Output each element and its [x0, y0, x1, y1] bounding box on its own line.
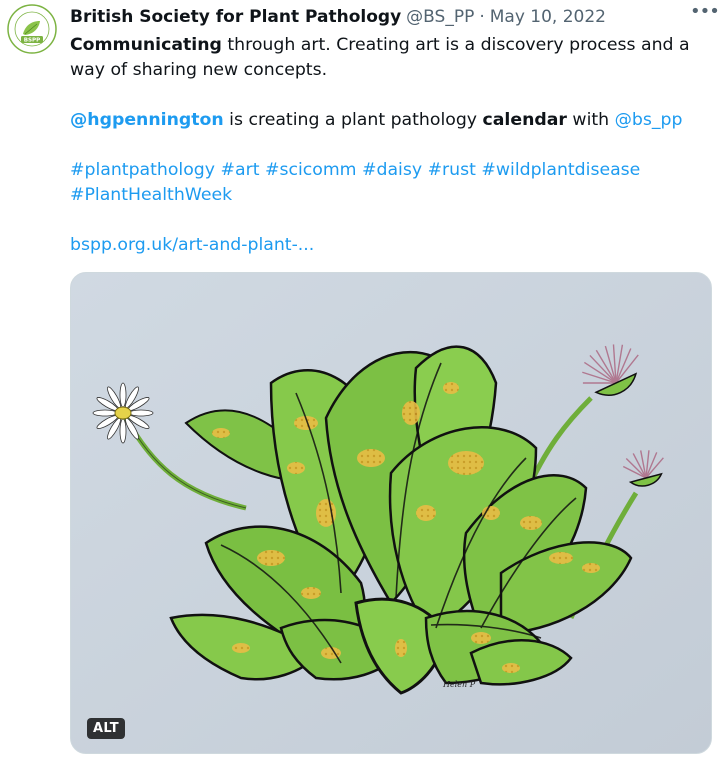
hashtag-link[interactable]: #daisy — [362, 160, 422, 180]
header-separator: · — [479, 7, 485, 27]
external-link[interactable]: bspp.org.uk/art-and-plant-... — [70, 235, 314, 255]
hashtag-link[interactable]: #scicomm — [265, 160, 357, 180]
hashtag-line: #plantpathology #art #scicomm #daisy #ru… — [70, 158, 712, 208]
author-handle[interactable]: @BS_PP — [406, 7, 474, 27]
hashtag-link[interactable]: #rust — [428, 160, 476, 180]
mention-link[interactable]: @hgpennington — [70, 110, 224, 130]
body-text: is creating a plant pathology — [223, 110, 483, 130]
tweet-date[interactable]: May 10, 2022 — [490, 7, 606, 27]
avatar[interactable]: BSPP — [7, 4, 57, 54]
author-name[interactable]: British Society for Plant Pathology — [70, 7, 401, 27]
alt-text-button[interactable]: ALT — [87, 718, 125, 739]
artist-signature: Helen P — [442, 680, 476, 689]
tweet-media[interactable]: Helen P ALT — [70, 272, 712, 754]
tweet-header: British Society for Plant Pathology @BS_… — [70, 6, 714, 28]
bold-text: Communicating — [70, 35, 222, 55]
bold-text: calendar — [482, 110, 567, 130]
more-options-button[interactable]: ••• — [690, 2, 718, 22]
tweet-text: Communicating through art. Creating art … — [70, 33, 712, 258]
daisy-painting-image: Helen P — [71, 273, 711, 753]
bspp-logo-icon: BSPP — [7, 4, 57, 54]
body-text: with — [566, 110, 615, 130]
hashtag-link[interactable]: #PlantHealthWeek — [70, 185, 232, 205]
hashtag-link[interactable]: #art — [221, 160, 260, 180]
mention-link[interactable]: @bs_pp — [615, 110, 683, 130]
avatar-initials: BSPP — [24, 38, 41, 44]
tweet-paragraph-2: @hgpennington is creating a plant pathol… — [70, 108, 712, 133]
tweet-paragraph-1: Communicating through art. Creating art … — [70, 33, 712, 83]
hashtag-link[interactable]: #plantpathology — [70, 160, 215, 180]
hashtag-link[interactable]: #wildplantdisease — [481, 160, 640, 180]
